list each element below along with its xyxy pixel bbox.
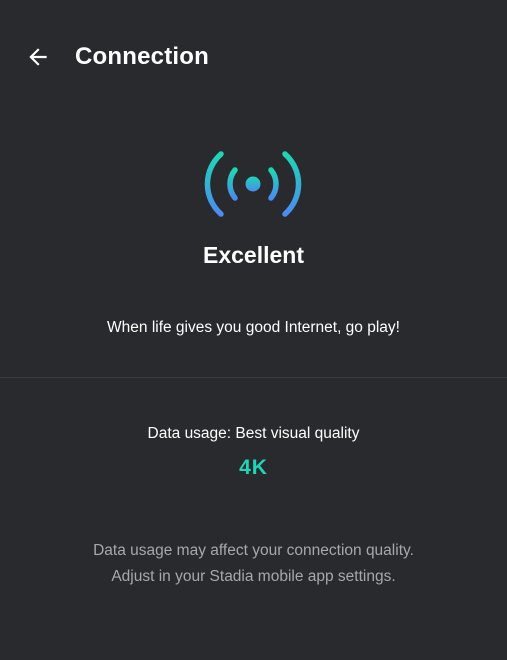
divider bbox=[0, 377, 507, 378]
arrow-left-icon bbox=[29, 48, 47, 66]
page-title: Connection bbox=[75, 43, 209, 70]
status-tagline: When life gives you good Internet, go pl… bbox=[107, 319, 400, 336]
resolution-value: 4K bbox=[239, 456, 268, 479]
note-line-1: Data usage may affect your connection qu… bbox=[93, 542, 414, 559]
signal-broadcast-icon bbox=[203, 148, 303, 220]
connection-status-label: Excellent bbox=[203, 242, 304, 268]
data-usage-label: Data usage: Best visual quality bbox=[147, 425, 360, 442]
data-usage-note: Data usage may affect your connection qu… bbox=[0, 538, 507, 590]
back-button[interactable] bbox=[22, 41, 54, 73]
header: Connection bbox=[0, 0, 507, 112]
connection-screen: Connection Excellent When life gives you… bbox=[0, 0, 507, 660]
note-line-2: Adjust in your Stadia mobile app setting… bbox=[111, 568, 396, 585]
